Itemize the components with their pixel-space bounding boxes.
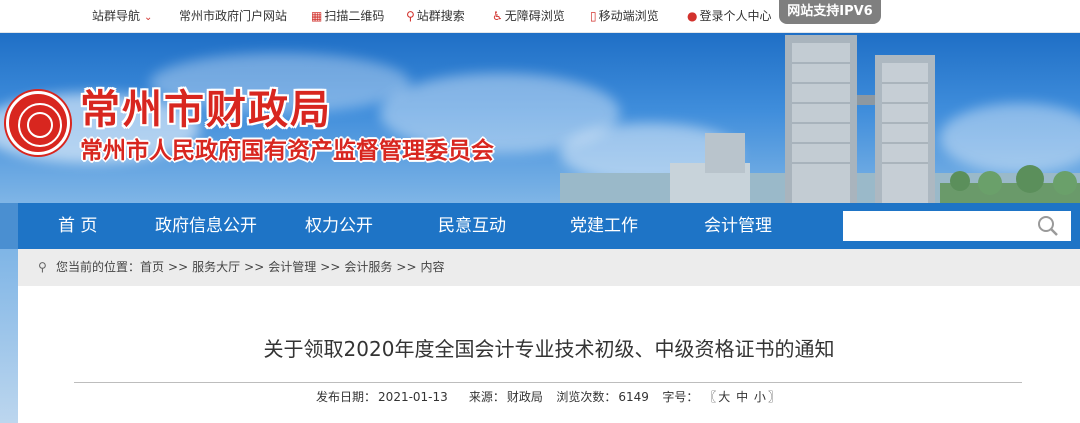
background-edge bbox=[0, 249, 18, 423]
header-banner: 常州市财政局 常州市人民政府国有资产监督管理委员会 bbox=[0, 33, 1080, 203]
login-link[interactable]: ● 登录个人中心 bbox=[687, 0, 772, 32]
login-label: 登录个人中心 bbox=[699, 9, 772, 23]
mobile-link[interactable]: ▯ 移动端浏览 bbox=[590, 0, 659, 32]
magnifier-icon: ⚲ bbox=[406, 9, 415, 23]
nav-item-public-opinion[interactable]: 民意互动 bbox=[438, 203, 506, 249]
site-search-label: 站群搜索 bbox=[416, 9, 465, 23]
breadcrumb-current: 内容 bbox=[420, 260, 445, 274]
breadcrumb-accounting[interactable]: 会计管理 bbox=[268, 260, 316, 274]
breadcrumb-separator: >> bbox=[168, 260, 189, 274]
site-group-nav[interactable]: 站群导航 ⌄ bbox=[92, 0, 152, 32]
breadcrumb-separator: >> bbox=[244, 260, 265, 274]
article-panel: 关于领取2020年度全国会计专业技术初级、中级资格证书的通知 发布日期： 2021… bbox=[18, 286, 1080, 423]
title-divider bbox=[74, 382, 1022, 383]
bureau-seal-logo bbox=[6, 91, 70, 155]
source-value: 财政局 bbox=[506, 390, 543, 404]
breadcrumb-separator: >> bbox=[320, 260, 341, 274]
location-pin-icon: ⚲ bbox=[38, 260, 47, 274]
article-meta: 发布日期： 2021-01-13 来源： 财政局 浏览次数： 6149 字号： 〖大 … bbox=[18, 388, 1080, 405]
gov-portal-link[interactable]: 常州市政府门户网站 bbox=[179, 0, 287, 32]
article-title: 关于领取2020年度全国会计专业技术初级、中级资格证书的通知 bbox=[263, 337, 835, 361]
font-bracket-open: 〖 bbox=[704, 390, 717, 404]
qr-code-icon: ▦ bbox=[311, 9, 323, 23]
nav-item-accounting[interactable]: 会计管理 bbox=[704, 203, 772, 249]
site-group-nav-label: 站群导航 bbox=[92, 9, 141, 23]
breadcrumb: ⚲ 您当前的位置：首页 >> 服务大厅 >> 会计管理 >> 会计服务 >> 内容 bbox=[18, 249, 1080, 286]
site-search-link[interactable]: ⚲ 站群搜索 bbox=[406, 0, 465, 32]
qr-code-label: 扫描二维码 bbox=[324, 9, 385, 23]
city-skyline-image bbox=[560, 35, 1080, 203]
date-label: 发布日期： bbox=[316, 390, 377, 404]
accessible-label: 无障碍浏览 bbox=[504, 9, 565, 23]
nav-item-gov-info[interactable]: 政府信息公开 bbox=[155, 203, 257, 249]
nav-item-party[interactable]: 党建工作 bbox=[570, 203, 638, 249]
site-subtitle: 常州市人民政府国有资产监督管理委员会 bbox=[80, 137, 494, 164]
breadcrumb-service-hall[interactable]: 服务大厅 bbox=[192, 260, 240, 274]
font-bracket-close: 〗 bbox=[767, 390, 780, 404]
site-title: 常州市财政局 bbox=[80, 86, 332, 133]
font-size-medium[interactable]: 中 bbox=[736, 390, 748, 404]
qr-code-link[interactable]: ▦ 扫描二维码 bbox=[311, 0, 384, 32]
top-utility-bar: 站群导航 ⌄ 常州市政府门户网站 ▦ 扫描二维码 ⚲ 站群搜索 ♿ 无障碍浏览 ▯ 移动端… bbox=[0, 0, 1080, 33]
nav-item-home[interactable]: 首 页 bbox=[58, 203, 97, 249]
mobile-phone-icon: ▯ bbox=[590, 9, 597, 23]
source-label: 来源： bbox=[468, 390, 505, 404]
accessibility-icon: ♿ bbox=[492, 9, 503, 23]
accessible-link[interactable]: ♿ 无障碍浏览 bbox=[492, 0, 565, 32]
ipv6-badge: 网站支持IPV6 bbox=[779, 0, 881, 24]
font-size-small[interactable]: 小 bbox=[754, 390, 766, 404]
search-icon[interactable] bbox=[1037, 215, 1059, 237]
nav-item-power[interactable]: 权力公开 bbox=[305, 203, 373, 249]
breadcrumb-accounting-service[interactable]: 会计服务 bbox=[344, 260, 392, 274]
view-count: 6149 bbox=[618, 390, 649, 404]
font-size-large[interactable]: 大 bbox=[718, 390, 730, 404]
breadcrumb-prefix: 您当前的位置： bbox=[56, 260, 141, 274]
views-label: 浏览次数： bbox=[556, 390, 617, 404]
user-icon: ● bbox=[687, 9, 698, 23]
breadcrumb-home[interactable]: 首页 bbox=[140, 260, 164, 274]
publish-date: 2021-01-13 bbox=[378, 390, 448, 404]
chevron-down-icon: ⌄ bbox=[144, 12, 153, 23]
search-box bbox=[843, 211, 1071, 241]
gov-portal-label: 常州市政府门户网站 bbox=[179, 9, 288, 23]
font-size-label: 字号： bbox=[662, 390, 699, 404]
search-input[interactable] bbox=[843, 211, 1033, 241]
breadcrumb-separator: >> bbox=[396, 260, 417, 274]
mobile-label: 移动端浏览 bbox=[598, 9, 659, 23]
